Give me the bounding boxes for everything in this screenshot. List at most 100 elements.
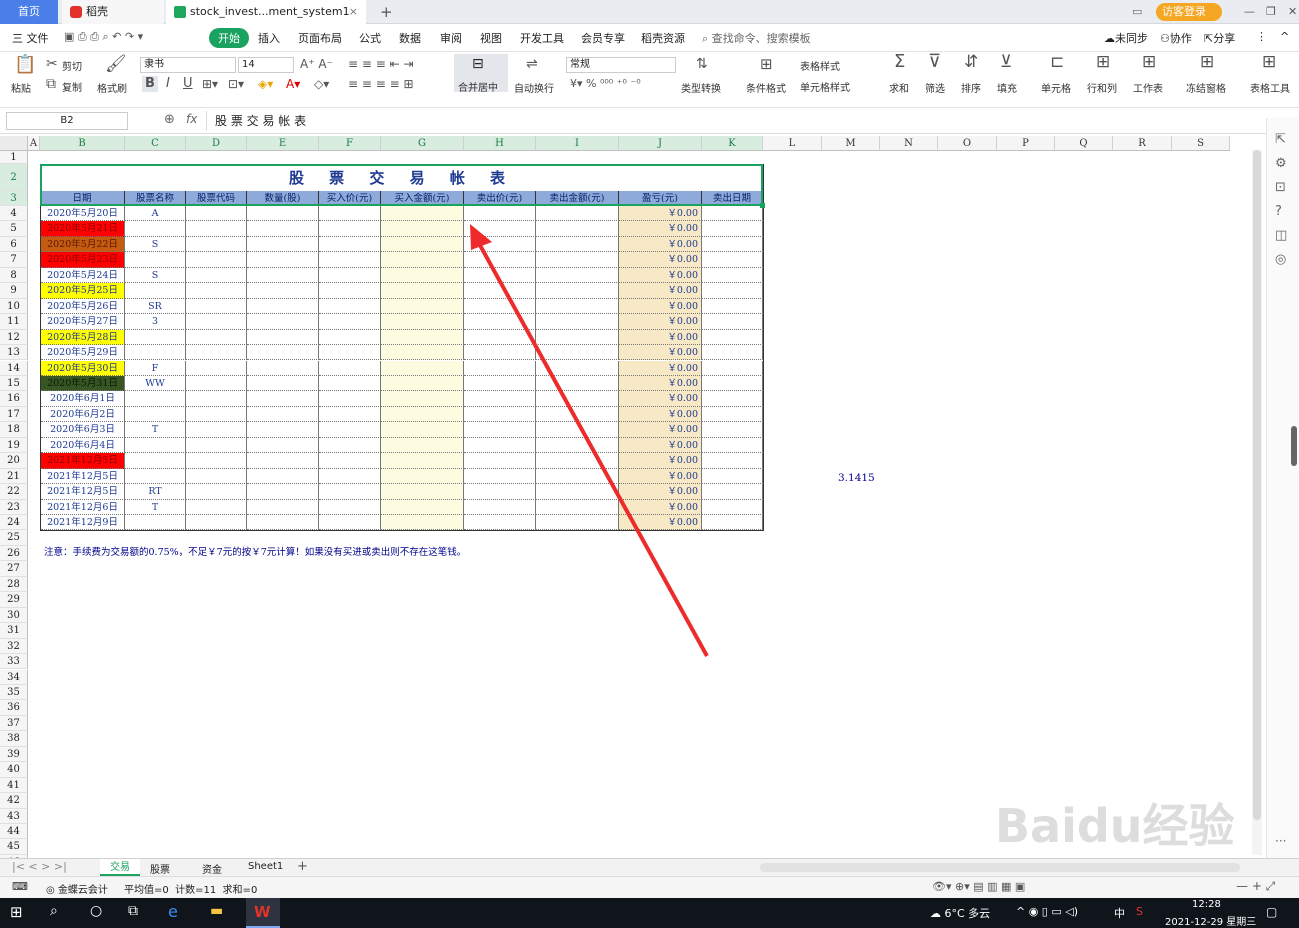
font-family-select[interactable]: 隶书 <box>140 57 236 73</box>
cloud-accounting-link[interactable]: ◎ 金蝶云会计 <box>46 881 108 896</box>
grow-font-icon[interactable]: A⁺ A⁻ <box>300 56 333 72</box>
sheet-tab-trade[interactable]: 交易 <box>100 859 140 876</box>
sogou-icon[interactable]: S <box>1136 905 1143 918</box>
sum-button[interactable]: 求和 <box>889 80 909 95</box>
cell-button[interactable]: 单元格 <box>1041 80 1071 95</box>
menu-daoke-resources[interactable]: 稻壳资源 <box>641 30 685 46</box>
notification-icon[interactable]: ▢ <box>1266 905 1277 919</box>
menu-review[interactable]: 审阅 <box>440 30 462 46</box>
function-icon[interactable]: fx <box>186 112 197 126</box>
windows-start-icon[interactable]: ⊞ <box>10 903 23 921</box>
menu-data[interactable]: 数据 <box>399 30 421 46</box>
align-horizontal-icons[interactable]: ≡ ≡ ≡ ≡ ⊞ <box>348 76 414 92</box>
filter-button[interactable]: 筛选 <box>925 80 945 95</box>
clear-format-icon[interactable]: ◇▾ <box>314 76 329 92</box>
side-scroll-thumb[interactable] <box>1291 426 1297 466</box>
vertical-scroll-thumb[interactable] <box>1253 150 1261 820</box>
font-color-icon[interactable]: A▾ <box>286 76 300 92</box>
collapse-ribbon-icon[interactable]: ^ <box>1280 30 1289 43</box>
ie-browser-icon[interactable]: e <box>168 902 178 921</box>
task-view-icon[interactable]: ⧉ <box>128 903 138 919</box>
vertical-scrollbar[interactable] <box>1252 150 1262 855</box>
italic-icon[interactable]: I <box>166 76 170 92</box>
tab-home[interactable]: 首页 <box>0 0 58 24</box>
layout-icon[interactable]: ▭ <box>1124 0 1144 24</box>
command-search[interactable]: ⌕ 查找命令、搜索模板 <box>702 30 811 46</box>
cell-style-button[interactable]: 单元格样式 <box>800 79 850 94</box>
table-style-button[interactable]: 表格样式 <box>800 58 840 73</box>
restore-icon[interactable]: ❐ <box>1258 0 1278 24</box>
close-tab-icon[interactable]: × <box>349 0 358 24</box>
merge-cells-icon[interactable]: ⊡▾ <box>228 76 244 92</box>
zoom-controls[interactable]: — + ⤢ <box>1236 879 1275 894</box>
cut-button[interactable]: 剪切 <box>62 58 82 73</box>
row-col-button[interactable]: 行和列 <box>1087 80 1117 95</box>
menu-member[interactable]: 会员专享 <box>581 30 625 46</box>
tray-icons[interactable]: ^ ◉ ▯ ▭ ◁) <box>1016 905 1078 918</box>
minimize-icon[interactable]: — <box>1236 0 1256 24</box>
fill-color-icon[interactable]: ◈▾ <box>258 76 273 92</box>
bold-icon[interactable]: B <box>142 76 158 92</box>
type-convert-button[interactable]: 类型转换 <box>681 80 721 95</box>
wps-taskbar-button[interactable]: W <box>246 898 280 928</box>
horizontal-scrollbar[interactable] <box>760 863 1240 872</box>
clock-time[interactable]: 12:28 <box>1192 899 1221 910</box>
wrap-text-button[interactable]: 自动换行 <box>514 80 554 95</box>
align-top-icons[interactable]: ≡ ≡ ≡ ⇤ ⇥ <box>348 56 414 72</box>
fill-button[interactable]: 填充 <box>997 80 1017 95</box>
number-format-icons[interactable]: ¥▾ % ⁰⁰⁰ ⁺⁰ ⁻⁰ <box>570 76 641 92</box>
clock-date[interactable]: 2021-12-29 星期三 <box>1165 913 1256 928</box>
more-icon[interactable]: ⋮ <box>1256 30 1267 43</box>
menu-view[interactable]: 视图 <box>480 30 502 46</box>
cortana-icon[interactable]: ○ <box>90 903 102 919</box>
menu-formula[interactable]: 公式 <box>359 30 381 46</box>
conditional-format-button[interactable]: 条件格式 <box>746 80 786 95</box>
format-painter-button[interactable]: 格式刷 <box>97 80 127 95</box>
quick-access-icons[interactable]: ▣ ⎙ ⎙ ⌕ ↶ ↷ ▾ <box>64 30 143 44</box>
spreadsheet-grid[interactable]: ABCDEFGHIJKLMNOPQRS 1 2 3 4 5 6 7 8 9 10 11 12 13 14 1… <box>0 136 1250 858</box>
menu-insert[interactable]: 插入 <box>258 30 280 46</box>
border-icon[interactable]: ⊞▾ <box>202 76 218 92</box>
file-explorer-icon[interactable]: ▬ <box>210 903 223 919</box>
right-side-panel: ⇱ ⚙ ⊡? ◫ ◎ ··· <box>1266 118 1299 858</box>
login-button[interactable]: 访客登录 <box>1156 3 1222 21</box>
view-mode-icons[interactable]: 👁▾ ⊕▾ ▤ ▥ ▦ ▣ <box>932 880 1025 893</box>
ime-indicator[interactable]: 中 <box>1114 905 1125 921</box>
underline-icon[interactable]: U <box>183 76 193 92</box>
sheet-nav-icons[interactable]: |< < > >| <box>12 860 67 873</box>
merge-center-label: 合并居中 <box>458 83 498 94</box>
collab-button[interactable]: ⚇协作 <box>1160 30 1192 46</box>
close-window-icon[interactable]: ✕ <box>1280 0 1298 24</box>
freeze-panes-button[interactable]: 冻结窗格 <box>1186 80 1226 95</box>
font-size-select[interactable]: 14 <box>238 57 294 73</box>
copy-button[interactable]: 复制 <box>62 79 82 94</box>
search-icon[interactable]: ⌕ <box>50 903 58 919</box>
sync-status[interactable]: ☁未同步 <box>1104 30 1148 46</box>
add-sheet-icon[interactable]: + <box>297 859 308 874</box>
sort-button[interactable]: 排序 <box>961 80 981 95</box>
tab-file[interactable]: stock_invest...ment_system1 × <box>166 0 366 24</box>
worksheet-button[interactable]: 工作表 <box>1133 80 1163 95</box>
paste-button[interactable]: 粘贴 <box>11 80 31 95</box>
tab-daoke[interactable]: 稻壳 <box>62 0 164 24</box>
sheet-tab-funds[interactable]: 资金 <box>202 861 222 876</box>
menu-home[interactable]: 开始 <box>209 28 249 48</box>
name-box[interactable]: B2 <box>6 112 128 130</box>
menu-developer[interactable]: 开发工具 <box>520 30 564 46</box>
formula-input[interactable]: 股 票 交 易 帐 表 <box>206 111 1262 131</box>
merge-center-button[interactable]: ⊟ 合并居中 <box>454 54 508 94</box>
zoom-search-icon[interactable]: ⊕ <box>164 112 175 127</box>
menu-page-layout[interactable]: 页面布局 <box>298 30 342 46</box>
sheet-tab-stock[interactable]: 股票 <box>150 861 170 876</box>
status-mode-icon[interactable]: ⌨ <box>12 880 28 893</box>
number-format-select[interactable]: 常规 <box>566 57 676 73</box>
table-tools-button[interactable]: 表格工具 <box>1250 80 1290 95</box>
new-tab-button[interactable]: + <box>372 0 394 24</box>
menu-file[interactable]: 三 文件 <box>12 30 49 46</box>
paste-icon[interactable]: 📋 <box>14 56 36 74</box>
more-icon[interactable]: ··· <box>1275 834 1286 848</box>
share-button[interactable]: ⇱分享 <box>1204 30 1235 46</box>
weather-widget[interactable]: ☁ 6°C 多云 <box>930 905 990 921</box>
side-panel-icons[interactable]: ⇱ ⚙ ⊡? ◫ ◎ <box>1275 128 1287 272</box>
sheet-tab-sheet1[interactable]: Sheet1 <box>248 861 283 872</box>
